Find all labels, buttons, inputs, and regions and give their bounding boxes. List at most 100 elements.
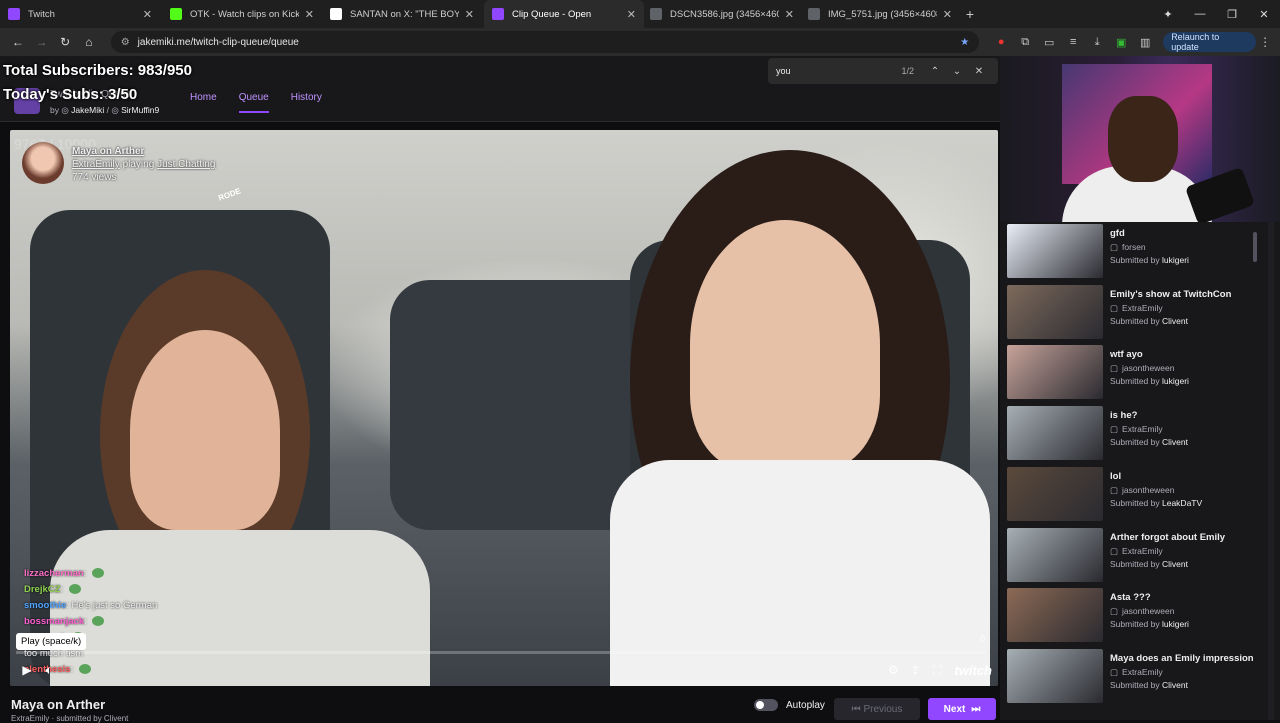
browser-tab[interactable]: Twitch ✕ bbox=[0, 0, 160, 28]
queue-item[interactable]: lol ▢ jasontheween Submitted by LeakDaTV bbox=[1007, 466, 1267, 523]
queue-item-channel: ExtraEmily bbox=[1122, 545, 1163, 556]
queue-scrollbar-thumb[interactable] bbox=[1253, 232, 1257, 262]
nav-home[interactable]: Home bbox=[190, 92, 217, 113]
queue-item[interactable]: Emily's show at TwitchCon ▢ ExtraEmily Subm… bbox=[1007, 284, 1267, 341]
browser-tab[interactable]: Clip Queue - Open ✕ bbox=[484, 0, 644, 28]
window-controls: ✦ — ❐ ✕ bbox=[1152, 0, 1280, 28]
tab-favicon-icon bbox=[8, 8, 20, 20]
menu-icon[interactable]: ⋮ bbox=[1256, 35, 1274, 49]
queue-item-channel: ExtraEmily bbox=[1122, 424, 1163, 435]
find-next-icon[interactable]: ⌄ bbox=[946, 66, 968, 77]
extension-icons: ● ⧉ ▭ ≡ ⤓ ▣ ▥ bbox=[989, 36, 1157, 49]
extension-puzzle-icon[interactable]: ⧉ bbox=[1013, 36, 1037, 49]
queue-item-thumbnail[interactable] bbox=[1007, 345, 1103, 400]
url-field[interactable]: ⚙ jakemiki.me/twitch-clip-queue/queue ★ bbox=[110, 31, 980, 53]
queue-item[interactable]: Asta ??? ▢ jasontheween Submitted by lukige… bbox=[1007, 588, 1267, 644]
tab-close-icon[interactable]: ✕ bbox=[627, 8, 636, 21]
next-button[interactable]: Next ⏭︎ bbox=[928, 698, 996, 720]
main-nav: Home Queue History bbox=[190, 92, 322, 113]
volume-icon[interactable]: 🔈︎ bbox=[38, 663, 60, 678]
queue-item-thumbnail[interactable] bbox=[1007, 588, 1103, 643]
progress-bar[interactable] bbox=[16, 651, 986, 654]
nav-history[interactable]: History bbox=[291, 92, 322, 113]
forward-icon[interactable]: → bbox=[30, 35, 54, 49]
fullscreen-icon[interactable]: ⛶ bbox=[926, 663, 948, 678]
queue-item-title: is he? bbox=[1110, 410, 1138, 422]
tab-close-icon[interactable]: ✕ bbox=[305, 8, 314, 21]
bookmark-star-icon[interactable]: ★ bbox=[960, 37, 969, 48]
clip-title-link[interactable]: Maya on Arther bbox=[72, 146, 144, 157]
relaunch-button[interactable]: Relaunch to update bbox=[1163, 32, 1257, 52]
queue-item[interactable]: Maya does an Emily impression ▢ ExtraEmily… bbox=[1007, 648, 1267, 705]
sidepanel-icon[interactable]: ▥ bbox=[1133, 36, 1157, 49]
twitch-channel-icon: ▢ bbox=[1110, 242, 1119, 252]
tab-favicon-icon bbox=[492, 8, 504, 20]
nav-queue[interactable]: Queue bbox=[238, 92, 269, 113]
tab-close-icon[interactable]: ✕ bbox=[943, 8, 952, 21]
chat-username: lizzacherman bbox=[24, 568, 84, 579]
submitted-by-label: Submitted by bbox=[1110, 376, 1160, 387]
tab-close-icon[interactable]: ✕ bbox=[465, 8, 474, 21]
queue-item-thumbnail[interactable] bbox=[1007, 466, 1103, 521]
new-tab-button[interactable]: + bbox=[960, 6, 980, 22]
queue-item-thumbnail[interactable] bbox=[1007, 224, 1103, 278]
home-icon[interactable]: ⌂ bbox=[77, 35, 101, 49]
queue-item-thumbnail[interactable] bbox=[1007, 527, 1103, 582]
queue-item-submitter-line: Submitted by lukigeri bbox=[1110, 619, 1189, 629]
reading-list-icon[interactable]: ≡ bbox=[1061, 36, 1085, 48]
settings-icon[interactable]: ⚙ bbox=[882, 663, 904, 677]
browser-tab[interactable]: DSCN3586.jpg (3456×4608) ✕ bbox=[642, 0, 802, 28]
queue-item-thumbnail[interactable] bbox=[1007, 284, 1103, 339]
find-close-icon[interactable]: ✕ bbox=[968, 66, 990, 77]
download-icon[interactable]: ⤓ bbox=[1085, 36, 1109, 49]
maximize-icon[interactable]: ❐ bbox=[1216, 8, 1248, 21]
channel-link[interactable]: ExtraEmily bbox=[72, 159, 120, 170]
extensions-star-icon[interactable]: ✦ bbox=[1152, 8, 1184, 21]
find-input[interactable]: you bbox=[776, 66, 901, 76]
extension-record-icon[interactable]: ● bbox=[989, 36, 1013, 48]
previous-button[interactable]: ⏮︎ Previous bbox=[834, 698, 920, 720]
tab-close-icon[interactable]: ✕ bbox=[143, 8, 152, 21]
cast-icon[interactable]: ▭ bbox=[1037, 36, 1061, 49]
twitch-logo[interactable]: twitch bbox=[954, 663, 992, 678]
queue-item-thumbnail[interactable] bbox=[1007, 406, 1103, 461]
author-link-1[interactable]: JakeMiki bbox=[71, 105, 104, 115]
share-icon[interactable]: ⇪ bbox=[904, 663, 926, 677]
queue-item-channel-line: ▢ ExtraEmily bbox=[1110, 303, 1163, 314]
autoplay-toggle[interactable] bbox=[754, 699, 778, 711]
queue-item[interactable]: wtf ayo ▢ jasontheween Submitted by lukiger… bbox=[1007, 345, 1267, 401]
queue-item[interactable]: gfd ▢ forsen Submitted by lukigeri bbox=[1007, 224, 1267, 280]
browser-tab[interactable]: IMG_5751.jpg (3456×4608) ✕ bbox=[800, 0, 960, 28]
queue-item-submitter: Clivent bbox=[1162, 679, 1188, 690]
queue-item[interactable]: Arther forgot about Emily ▢ ExtraEmily Subm… bbox=[1007, 527, 1267, 584]
browser-tab[interactable]: SANTAN on X: "THE BOY WHO ✕ bbox=[322, 0, 482, 28]
queue-item-submitter-line: Submitted by Clivent bbox=[1110, 437, 1188, 447]
player-controls-right: ⚙ ⇪ ⛶ twitch bbox=[882, 663, 992, 678]
queue-item-channel-line: ▢ ExtraEmily bbox=[1110, 546, 1163, 557]
queue-item-channel-line: ▢ jasontheween bbox=[1110, 363, 1175, 374]
close-window-icon[interactable]: ✕ bbox=[1248, 8, 1280, 21]
submitted-by-label: Submitted by bbox=[1110, 679, 1160, 690]
video-player[interactable] bbox=[10, 130, 998, 686]
browser-tab[interactable]: OTK - Watch clips on Kick ✕ bbox=[162, 0, 322, 28]
find-prev-icon[interactable]: ⌃ bbox=[924, 66, 946, 77]
site-info-icon[interactable]: ⚙ bbox=[121, 37, 130, 48]
current-clip-title: Maya on Arther bbox=[11, 697, 106, 712]
game-link[interactable]: Just Chatting bbox=[157, 159, 215, 170]
github-icon: ◎ bbox=[111, 105, 119, 115]
queue-scrollbar-track[interactable] bbox=[1268, 222, 1274, 720]
twitch-channel-icon: ▢ bbox=[1110, 363, 1119, 374]
github-icon: ◎ bbox=[61, 105, 69, 115]
minimize-icon[interactable]: — bbox=[1184, 8, 1216, 20]
queue-item-thumbnail[interactable] bbox=[1007, 648, 1103, 703]
play-icon[interactable]: ▶ bbox=[16, 663, 38, 677]
tab-close-icon[interactable]: ✕ bbox=[785, 8, 794, 21]
chat-separator: : bbox=[84, 616, 90, 627]
profile-icon[interactable]: ▣ bbox=[1109, 36, 1133, 49]
back-icon[interactable]: ← bbox=[6, 35, 30, 49]
reload-icon[interactable]: ↻ bbox=[53, 35, 77, 49]
channel-avatar[interactable] bbox=[22, 142, 64, 184]
queue-item[interactable]: is he? ▢ ExtraEmily Submitted by Clivent bbox=[1007, 406, 1267, 462]
author-link-2[interactable]: SirMuffin9 bbox=[121, 105, 159, 115]
webcam-overlay bbox=[1000, 56, 1280, 222]
